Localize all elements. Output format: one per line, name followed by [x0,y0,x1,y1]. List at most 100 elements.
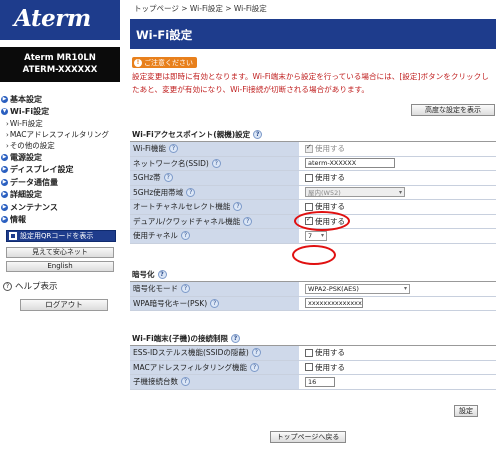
row-value: 7 ▾ [300,229,496,243]
select-value: 7 [308,231,313,240]
section-header: Wi-Fiアクセスポイント(親機)設定 ? [130,128,496,142]
help-icon[interactable]: ? [253,130,263,139]
help-toggle[interactable]: ? ヘルプ表示 [3,280,120,292]
row-essid-stealth: ESS-IDステルス機能(SSIDの隠蔽)? 使用する [130,346,496,361]
bullet-icon: ▶ [1,191,8,199]
logout-button[interactable]: ログアウト [20,299,108,311]
help-icon[interactable]: ? [210,298,220,308]
help-icon[interactable]: ? [243,216,253,226]
help-icon[interactable]: ? [231,334,241,343]
breadcrumb-current: Wi-Fi設定 [233,4,267,13]
breadcrumb-top[interactable]: トップページ [134,4,179,13]
help-icon[interactable]: ? [163,173,173,183]
help-label: ヘルプ表示 [15,282,58,292]
menu-item-info[interactable]: ▶ 情報 [0,214,120,227]
menu-item-advanced[interactable]: ▶ 詳細設定 [0,189,120,202]
chevron-down-icon: ▾ [398,188,402,196]
checkbox-label: 使用する [315,202,345,212]
help-icon[interactable]: ? [186,187,196,197]
row-label: Wi-Fi機能? [130,142,300,156]
encryption-section: 暗号化 ? 暗号化モード? WPA2-PSK(AES) ▾ WPA暗号化キー(P… [130,268,496,311]
menu-item-data-usage[interactable]: ▶ データ通信量 [0,176,120,189]
save-button[interactable]: 設定 [454,405,478,417]
row-value: WPA2-PSK(AES) ▾ [300,282,496,296]
back-to-top-button[interactable]: トップページへ戻る [270,431,346,443]
row-ssid: ネットワーク名(SSID)? aterm-XXXXXX [130,156,496,171]
help-icon[interactable]: ? [181,377,190,387]
row-auto-channel: オートチャネルセレクト機能? 使用する [130,200,496,215]
client-count-input[interactable]: 16 [305,376,335,387]
row-mac-filter: MACアドレスフィルタリング機能? 使用する [130,360,496,375]
menu-label: メンテナンス [10,202,58,212]
qr-code-button[interactable]: 設定用QRコードを表示 [6,230,116,242]
5ghz-range-select[interactable]: 屋内(W52) ▾ [305,187,405,198]
help-icon[interactable]: ? [250,362,260,372]
essid-stealth-checkbox[interactable] [305,348,313,357]
qr-code-icon [9,232,17,240]
arrow-icon: › [6,141,9,150]
connection-limit-section: Wi-Fi端末(子機)の接続制限 ? ESS-IDステルス機能(SSIDの隠蔽)… [130,332,496,390]
chevron-down-icon: ▾ [403,285,407,293]
model-info: Aterm MR10LN ATERM-XXXXXX [0,47,120,82]
ap-settings-section: Wi-Fiアクセスポイント(親機)設定 ? Wi-Fi機能? 使用する ネットワ… [130,128,496,244]
help-icon[interactable]: ? [157,270,167,279]
submenu-wifi-settings[interactable]: › Wi-Fi設定 [0,118,120,129]
help-icon[interactable]: ? [233,202,243,212]
breadcrumb-wifi[interactable]: Wi-Fi設定 [190,4,223,13]
ssid-input[interactable]: aterm-XXXXXX [305,158,395,169]
device-name: ATERM-XXXXXX [22,65,98,75]
mieru-net-button[interactable]: 見えて安心ネット [6,247,114,258]
mac-filter-checkbox[interactable] [305,363,313,372]
submenu-label: MACアドレスフィルタリング [9,130,109,139]
checkbox-label: 使用する [315,173,345,183]
row-5ghz-range: 5GHz使用帯域? 屋内(W52) ▾ [130,185,496,200]
help-icon[interactable]: ? [180,231,190,241]
submenu-other[interactable]: › その他の設定 [0,140,120,151]
bullet-icon: ▶ [1,153,8,161]
main-content: トップページ > Wi-Fi設定 > Wi-Fi設定 Wi-Fi設定 ! ご注意… [120,0,500,456]
section-header: 暗号化 ? [130,268,496,282]
select-value: WPA2-PSK(AES) [308,284,359,293]
bullet-icon: ▼ [1,108,8,116]
menu-item-display[interactable]: ▶ ディスプレイ設定 [0,164,120,177]
english-button[interactable]: English [6,261,114,272]
help-icon[interactable]: ? [251,348,261,358]
row-label: WPA暗号化キー(PSK)? [130,296,300,310]
page-title: Wi-Fi設定 [130,19,496,49]
channel-select[interactable]: 7 ▾ [305,230,327,241]
question-icon: ? [3,281,12,291]
checkbox-label: 使用する [315,216,345,226]
bullet-icon: ▶ [1,178,8,186]
row-label: 使用チャネル? [130,229,300,243]
help-icon[interactable]: ? [181,284,190,294]
checkbox-label: 使用する [315,348,345,358]
show-advanced-button[interactable]: 高度な設定を表示 [411,104,495,116]
row-value: 使用する [300,171,496,185]
submenu-mac-filter[interactable]: › MACアドレスフィルタリング [0,129,120,140]
wifi-function-checkbox[interactable] [305,143,313,153]
menu-label: 情報 [10,215,26,225]
menu-item-basic[interactable]: ▶ 基本設定 [0,93,120,106]
encryption-mode-select[interactable]: WPA2-PSK(AES) ▾ [305,283,410,294]
dual-channel-checkbox[interactable] [305,215,313,226]
model-name: Aterm MR10LN [24,53,96,63]
notice-tag-label: ご注意ください [144,58,193,67]
row-label: デュアル/クワッドチャネル機能? [130,214,300,228]
notice-tag: ! ご注意ください [132,57,197,68]
menu-item-power[interactable]: ▶ 電源設定 [0,151,120,164]
auto-channel-checkbox[interactable] [305,202,313,211]
5ghz-checkbox[interactable] [305,173,313,182]
bullet-icon: ▶ [1,166,8,174]
menu-item-wifi[interactable]: ▼ Wi-Fi設定 [0,106,120,119]
row-value: 使用する [300,142,496,156]
help-icon[interactable]: ? [211,158,221,168]
arrow-icon: › [6,130,9,139]
help-icon[interactable]: ? [168,144,178,154]
psk-input[interactable]: xxxxxxxxxxxxxx [305,298,363,309]
section-title: Wi-Fiアクセスポイント(親機)設定 [132,130,251,139]
row-channel: 使用チャネル? 7 ▾ [130,229,496,244]
submenu-label: その他の設定 [9,141,55,150]
aterm-logo: Aterm [0,0,120,40]
menu-item-maintenance[interactable]: ▶ メンテナンス [0,201,120,214]
menu-label: 詳細設定 [10,190,42,200]
